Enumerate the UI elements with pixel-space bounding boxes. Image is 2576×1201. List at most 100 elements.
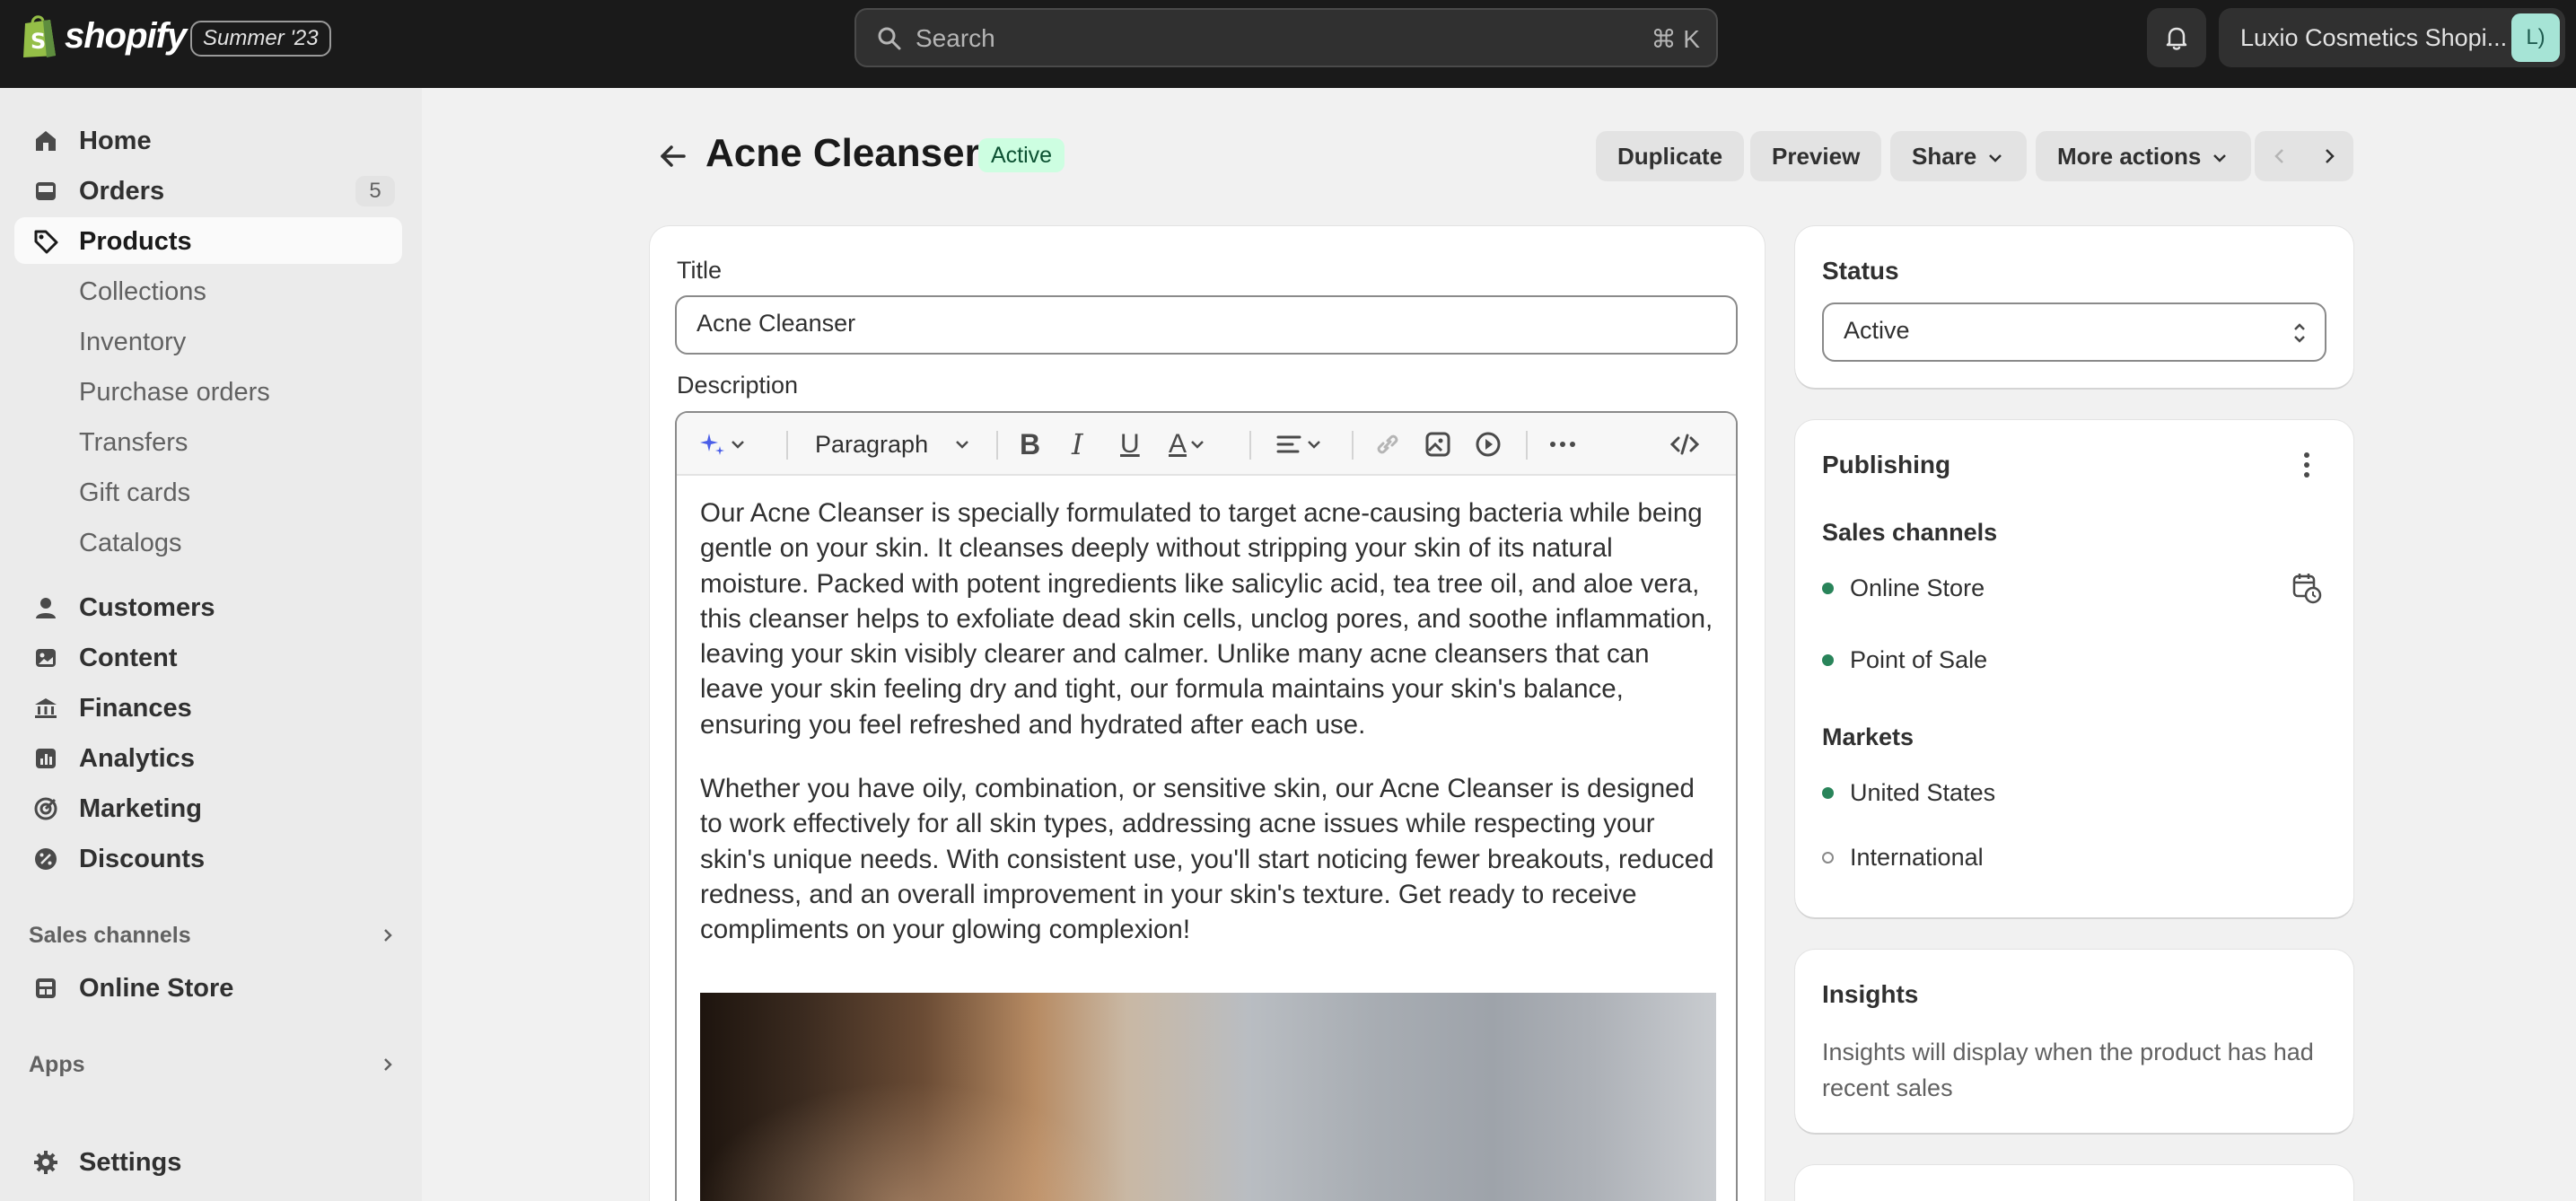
sidebar-item-marketing[interactable]: Marketing xyxy=(14,785,402,831)
status-badge: Active xyxy=(978,138,1065,172)
chevron-down-icon xyxy=(956,441,968,449)
bold-button[interactable]: B xyxy=(1020,427,1041,460)
sidebar-item-purchase-orders[interactable]: Purchase orders xyxy=(14,368,402,415)
sidebar-item-gift-cards[interactable]: Gift cards xyxy=(14,469,402,515)
status-select[interactable]: Active xyxy=(1822,302,2326,362)
description-paragraph: Our Acne Cleanser is specially formulate… xyxy=(700,498,1713,740)
sidebar-item-customers[interactable]: Customers xyxy=(14,583,402,630)
preview-button[interactable]: Preview xyxy=(1750,131,1882,181)
unpublished-dot xyxy=(1822,852,1834,863)
sidebar-item-label: Products xyxy=(79,227,192,256)
store-switcher[interactable]: Luxio Cosmetics Shopi... L) xyxy=(2219,8,2565,67)
code-icon xyxy=(1669,434,1700,455)
description-editor[interactable]: Paragraph B I U A Our Acne Cleanser is s… xyxy=(675,411,1738,1201)
product-description-image[interactable] xyxy=(700,993,1716,1201)
search-icon xyxy=(878,27,901,50)
sidebar-item-label: Collections xyxy=(79,277,206,306)
chevron-down-icon xyxy=(1308,441,1320,449)
sidebar-item-content[interactable]: Content xyxy=(14,634,402,680)
link-button[interactable] xyxy=(1373,431,1402,458)
insights-text: Insights will display when the product h… xyxy=(1822,1039,2314,1101)
sidebar-item-orders[interactable]: Orders 5 xyxy=(14,167,402,214)
home-icon xyxy=(36,131,56,151)
chevron-right-icon xyxy=(2325,149,2335,163)
more-actions-button[interactable]: More actions xyxy=(2036,131,2252,181)
insert-video-button[interactable] xyxy=(1474,431,1503,458)
apps-heading[interactable]: Apps xyxy=(29,1052,397,1078)
image-icon xyxy=(1425,432,1450,457)
edition-badge: Summer '23 xyxy=(190,21,331,57)
product-pager xyxy=(2255,131,2353,181)
chart-icon xyxy=(36,749,56,768)
published-dot xyxy=(1822,583,1834,594)
bank-icon xyxy=(35,698,57,718)
share-button[interactable]: Share xyxy=(1890,131,2028,181)
paragraph-format-select[interactable]: Paragraph xyxy=(815,431,973,458)
channel-online-store: Online Store xyxy=(1822,574,1985,602)
sales-channels-heading[interactable]: Sales channels xyxy=(29,923,397,949)
toolbar-divider xyxy=(1526,431,1528,460)
more-actions-label: More actions xyxy=(2057,143,2202,170)
next-product-button[interactable] xyxy=(2304,131,2353,181)
search-bar[interactable]: Search ⌘ K xyxy=(854,8,1718,67)
title-input[interactable]: Acne Cleanser xyxy=(675,295,1738,355)
shopify-logo[interactable]: S shopify xyxy=(20,13,187,59)
markets-subheading: Markets xyxy=(1822,723,1914,750)
sidebar-item-label: Discounts xyxy=(79,845,206,873)
align-button[interactable] xyxy=(1275,431,1325,458)
sidebar-item-label: Content xyxy=(79,644,178,672)
sales-channels-heading-label: Sales channels xyxy=(29,923,191,948)
title-input-value: Acne Cleanser xyxy=(697,310,856,337)
chevron-left-icon xyxy=(2274,149,2283,163)
sidebar-item-home[interactable]: Home xyxy=(14,117,402,163)
sidebar-item-label: Settings xyxy=(79,1148,182,1177)
sidebar-item-finances[interactable]: Finances xyxy=(14,684,402,731)
bold-icon: B xyxy=(1020,427,1041,460)
notifications-button[interactable] xyxy=(2147,8,2206,67)
text-color-button[interactable]: A xyxy=(1169,429,1208,459)
back-arrow-icon[interactable] xyxy=(655,138,691,174)
description-content[interactable]: Our Acne Cleanser is specially formulate… xyxy=(700,495,1718,977)
shopify-bag-icon: S xyxy=(23,15,56,57)
svg-text:S: S xyxy=(31,29,46,54)
schedule-calendar-icon[interactable] xyxy=(2291,571,2323,605)
avatar: L) xyxy=(2511,13,2560,62)
sidebar-item-products[interactable]: Products xyxy=(14,217,402,264)
store-name: Luxio Cosmetics Shopi... xyxy=(2240,24,2508,51)
select-arrows-icon xyxy=(2294,323,2305,343)
duplicate-button[interactable]: Duplicate xyxy=(1596,131,1745,181)
sidebar-item-inventory[interactable]: Inventory xyxy=(14,318,402,364)
sidebar-item-online-store[interactable]: Online Store xyxy=(14,964,402,1011)
previous-product-button[interactable] xyxy=(2255,131,2304,181)
ai-generate-button[interactable] xyxy=(698,431,749,458)
market-international: International xyxy=(1822,844,1984,872)
market-united-states: United States xyxy=(1822,779,1995,807)
sidebar-item-discounts[interactable]: Discounts xyxy=(14,835,402,881)
sidebar-item-analytics[interactable]: Analytics xyxy=(14,734,402,781)
orders-icon xyxy=(36,182,56,200)
sidebar-item-label: Catalogs xyxy=(79,529,182,557)
description-label: Description xyxy=(677,372,799,399)
sidebar-item-collections[interactable]: Collections xyxy=(14,267,402,314)
chevron-down-icon xyxy=(1989,154,2002,162)
content-icon xyxy=(36,649,56,667)
store-icon xyxy=(36,978,56,998)
sidebar-item-catalogs[interactable]: Catalogs xyxy=(14,519,402,565)
html-view-button[interactable] xyxy=(1669,431,1700,458)
italic-button[interactable]: I xyxy=(1072,427,1083,461)
sidebar-item-label: Analytics xyxy=(79,744,195,773)
underline-button[interactable]: U xyxy=(1120,429,1140,459)
more-formatting-button[interactable] xyxy=(1547,431,1578,458)
underline-icon: U xyxy=(1120,429,1140,459)
chevron-right-icon xyxy=(384,929,392,942)
sidebar-item-transfers[interactable]: Transfers xyxy=(14,418,402,465)
sidebar-item-label: Marketing xyxy=(79,794,202,823)
insert-image-button[interactable] xyxy=(1424,431,1452,458)
vertical-ellipsis-icon[interactable] xyxy=(2294,449,2319,481)
sidebar-item-label: Transfers xyxy=(79,428,188,457)
duplicate-label: Duplicate xyxy=(1617,143,1723,170)
description-paragraph: Whether you have oily, combination, or s… xyxy=(700,774,1714,945)
chevron-down-icon xyxy=(732,441,744,449)
sidebar-item-label: Purchase orders xyxy=(79,378,270,407)
sidebar-item-settings[interactable]: Settings xyxy=(14,1138,402,1185)
